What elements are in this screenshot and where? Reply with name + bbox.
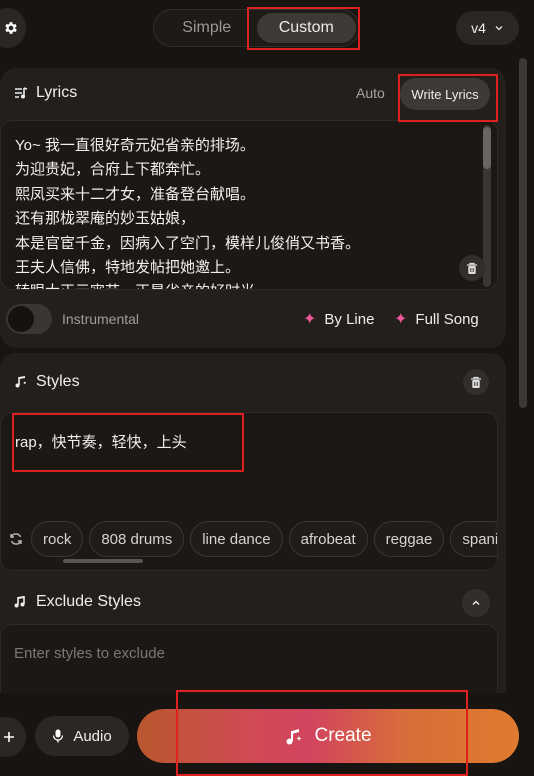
clear-lyrics-button[interactable]: [459, 255, 485, 281]
chevron-up-icon: [471, 598, 481, 608]
style-tag[interactable]: rock: [31, 521, 84, 557]
version-label: v4: [471, 20, 486, 36]
full-song-button[interactable]: ✦ Full Song: [394, 309, 479, 329]
style-tag[interactable]: 808 drums: [89, 521, 185, 557]
exclude-title: Exclude Styles: [36, 593, 141, 610]
instrumental-label: Instrumental: [62, 311, 140, 327]
refresh-icon[interactable]: [9, 532, 23, 546]
tab-custom[interactable]: Custom: [256, 13, 356, 43]
lyrics-content: Yo~ 我一直很好奇元妃省亲的排场。 为迎贵妃，合府上下都奔忙。 熙凤买来十二才…: [15, 137, 361, 289]
clear-styles-button[interactable]: [463, 369, 489, 395]
lyrics-card: Lyrics Auto Write Lyrics Yo~ 我一直很好奇元妃省亲的…: [0, 68, 506, 348]
auto-button[interactable]: Auto: [356, 85, 385, 101]
create-label: Create: [314, 725, 372, 746]
styles-header: Styles: [14, 373, 80, 391]
instrumental-toggle-row: Instrumental: [6, 304, 139, 334]
music-note-icon: [14, 375, 28, 389]
lyrics-title: Lyrics: [36, 84, 78, 101]
trash-icon: [470, 376, 482, 389]
full-song-label: Full Song: [415, 310, 479, 328]
microphone-icon: [52, 729, 64, 743]
style-tag[interactable]: line dance: [190, 521, 283, 557]
exclude-field[interactable]: [0, 624, 498, 704]
sparkle-icon: ✦: [394, 311, 408, 328]
lyrics-header: Lyrics: [14, 84, 77, 102]
switch-knob: [8, 306, 34, 332]
lyrics-textarea[interactable]: Yo~ 我一直很好奇元妃省亲的排场。 为迎贵妃，合府上下都奔忙。 熙凤买来十二才…: [0, 120, 498, 290]
style-tag[interactable]: spani: [450, 521, 497, 557]
music-sparkle-icon: [284, 726, 304, 746]
trash-icon: [466, 262, 478, 275]
exclude-header: Exclude Styles: [14, 593, 141, 611]
lyrics-scrollbar-thumb[interactable]: [483, 127, 491, 169]
chevron-down-icon: [494, 23, 504, 33]
styles-input[interactable]: rap，快节奏，轻快，上头 rock 808 drums line dance …: [0, 412, 498, 571]
page-scrollbar[interactable]: [519, 58, 527, 408]
exclude-input[interactable]: [14, 645, 474, 662]
audio-button[interactable]: Audio: [35, 716, 129, 756]
audio-label: Audio: [73, 727, 112, 745]
write-lyrics-button[interactable]: Write Lyrics: [400, 78, 490, 110]
version-select[interactable]: v4: [456, 11, 519, 45]
sparkle-icon: ✦: [303, 311, 317, 328]
mode-toggle: Simple Custom: [153, 9, 360, 47]
style-tag[interactable]: reggae: [373, 521, 445, 557]
by-line-label: By Line: [324, 310, 375, 328]
style-tag[interactable]: afrobeat: [288, 521, 368, 557]
styles-title: Styles: [36, 373, 80, 390]
lyrics-icon: [14, 86, 28, 100]
collapse-exclude-button[interactable]: [462, 589, 490, 617]
styles-value: rap，快节奏，轻快，上头: [15, 434, 187, 451]
settings-button[interactable]: [0, 8, 26, 48]
create-button[interactable]: Create: [137, 709, 519, 763]
instrumental-switch[interactable]: [6, 304, 52, 334]
tags-scrollbar[interactable]: [63, 559, 143, 563]
by-line-button[interactable]: ✦ By Line: [303, 309, 374, 329]
gear-icon: [3, 20, 19, 36]
exclude-music-icon: [14, 595, 28, 609]
style-tags-row: rock 808 drums line dance afrobeat regga…: [9, 521, 497, 557]
styles-card: Styles rap，快节奏，轻快，上头 rock 808 drums line…: [0, 353, 506, 704]
tab-simple[interactable]: Simple: [157, 13, 257, 43]
plus-icon: [3, 731, 15, 743]
